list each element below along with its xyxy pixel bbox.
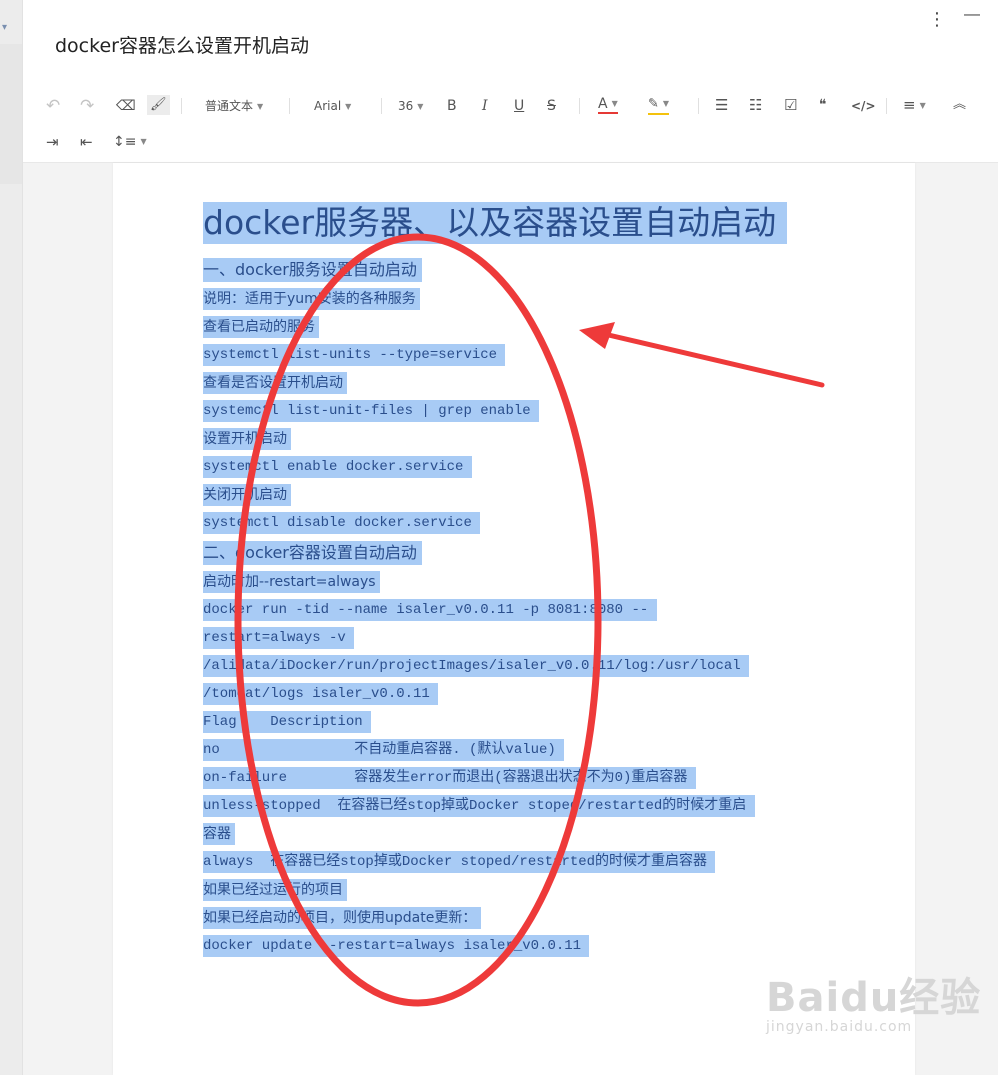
checkbox-list-icon[interactable]: ☑ <box>784 95 797 115</box>
doc-line-21[interactable]: 容器 <box>203 823 236 845</box>
undo-icon[interactable]: ↶ <box>46 96 60 116</box>
paragraph-style-select[interactable]: 普通文本 ▼ <box>205 96 263 117</box>
collapse-toolbar-icon[interactable]: ︽ <box>953 95 966 115</box>
font-family-select[interactable]: Arial ▼ <box>314 96 351 117</box>
doc-line-2[interactable]: 说明：适用于yum安装的各种服务 <box>203 288 421 310</box>
editor-toolbar: ↶ ↷ ⌫ 🖌 普通文本 ▼ Arial ▼ 36 ▼ B I U S A ▼ ✎ ▼ ☰… <box>23 86 998 163</box>
doc-line-8[interactable]: systemctl enable docker.service <box>203 456 472 478</box>
doc-line-1[interactable]: 一、docker服务设置自动启动 <box>203 258 422 282</box>
doc-line-18[interactable]: no 不自动重启容器. (默认value) <box>203 739 565 761</box>
font-size-select[interactable]: 36 ▼ <box>398 96 423 117</box>
highlight-color-button[interactable]: ✎ ▼ <box>648 96 670 115</box>
chevron-down-icon[interactable]: ▾ <box>2 22 7 33</box>
doc-line-20[interactable]: unless-stopped 在容器已经stop掉或Docker stoped/… <box>203 795 755 817</box>
doc-line-25[interactable]: docker update --restart=always isaler_v0… <box>203 935 590 957</box>
strikethrough-button[interactable]: S <box>547 96 556 116</box>
sidebar-panel <box>0 44 22 184</box>
doc-line-12[interactable]: 启动时加--restart=always <box>203 571 381 593</box>
indent-increase-icon[interactable]: ⇥ <box>46 132 59 152</box>
more-options-icon[interactable]: ⋮ <box>928 10 946 28</box>
bullet-list-icon[interactable]: ☰ <box>715 95 728 115</box>
code-block-icon[interactable]: </> <box>851 96 876 116</box>
watermark-brand: Baidu经验 <box>766 975 982 1021</box>
doc-line-4[interactable]: systemctl list-units --type=service <box>203 344 506 366</box>
doc-line-23[interactable]: 如果已经过运行的项目 <box>203 879 348 901</box>
doc-line-22[interactable]: always 在容器已经stop掉或Docker stoped/restarte… <box>203 851 716 873</box>
minimize-icon[interactable]: — <box>964 6 980 24</box>
format-painter-icon[interactable]: 🖌 <box>147 95 170 115</box>
document-heading[interactable]: docker服务器、以及容器设置自动启动 <box>203 202 787 244</box>
doc-line-5[interactable]: 查看是否设置开机启动 <box>203 372 348 394</box>
document-title[interactable]: docker容器怎么设置开机启动 <box>55 31 309 58</box>
doc-line-19[interactable]: on-failure 容器发生error而退出(容器退出状态不为0)重启容器 <box>203 767 696 789</box>
font-color-button[interactable]: A ▼ <box>598 96 618 114</box>
doc-line-13[interactable]: docker run -tid --name isaler_v0.0.11 -p… <box>203 599 657 621</box>
left-sidebar-strip: ▾ <box>0 0 23 1075</box>
bold-button[interactable]: B <box>447 96 457 116</box>
doc-line-16[interactable]: /tomcat/logs isaler_v0.0.11 <box>203 683 439 705</box>
eraser-icon[interactable]: ⌫ <box>116 96 136 116</box>
doc-line-6[interactable]: systemctl list-unit-files | grep enable <box>203 400 540 422</box>
baidu-watermark: Baidu经验 jingyan.baidu.com <box>766 965 981 1035</box>
doc-line-9[interactable]: 关闭开机启动 <box>203 484 292 506</box>
doc-line-14[interactable]: restart=always -v <box>203 627 355 649</box>
quote-icon[interactable]: ❝ <box>819 95 827 115</box>
align-select[interactable]: ≡ ▼ <box>903 95 926 116</box>
doc-line-11[interactable]: 二、docker容器设置自动启动 <box>203 541 422 565</box>
doc-line-3[interactable]: 查看已启动的服务 <box>203 316 320 338</box>
line-height-select[interactable]: ↕≡ ▼ <box>113 132 147 152</box>
doc-line-7[interactable]: 设置开机启动 <box>203 428 292 450</box>
redo-icon[interactable]: ↷ <box>80 96 94 116</box>
doc-line-17[interactable]: Flag Description <box>203 711 372 733</box>
doc-line-24[interactable]: 如果已经启动的项目，则使用update更新： <box>203 907 481 929</box>
numbered-list-icon[interactable]: ☷ <box>749 95 762 115</box>
header-bar: docker容器怎么设置开机启动 ⋮ — <box>23 0 998 86</box>
underline-button[interactable]: U <box>514 96 524 116</box>
indent-decrease-icon[interactable]: ⇤ <box>80 132 93 152</box>
doc-line-15[interactable]: /alidata/iDocker/run/projectImages/isale… <box>203 655 750 677</box>
doc-line-10[interactable]: systemctl disable docker.service <box>203 512 481 534</box>
italic-button[interactable]: I <box>482 96 488 116</box>
